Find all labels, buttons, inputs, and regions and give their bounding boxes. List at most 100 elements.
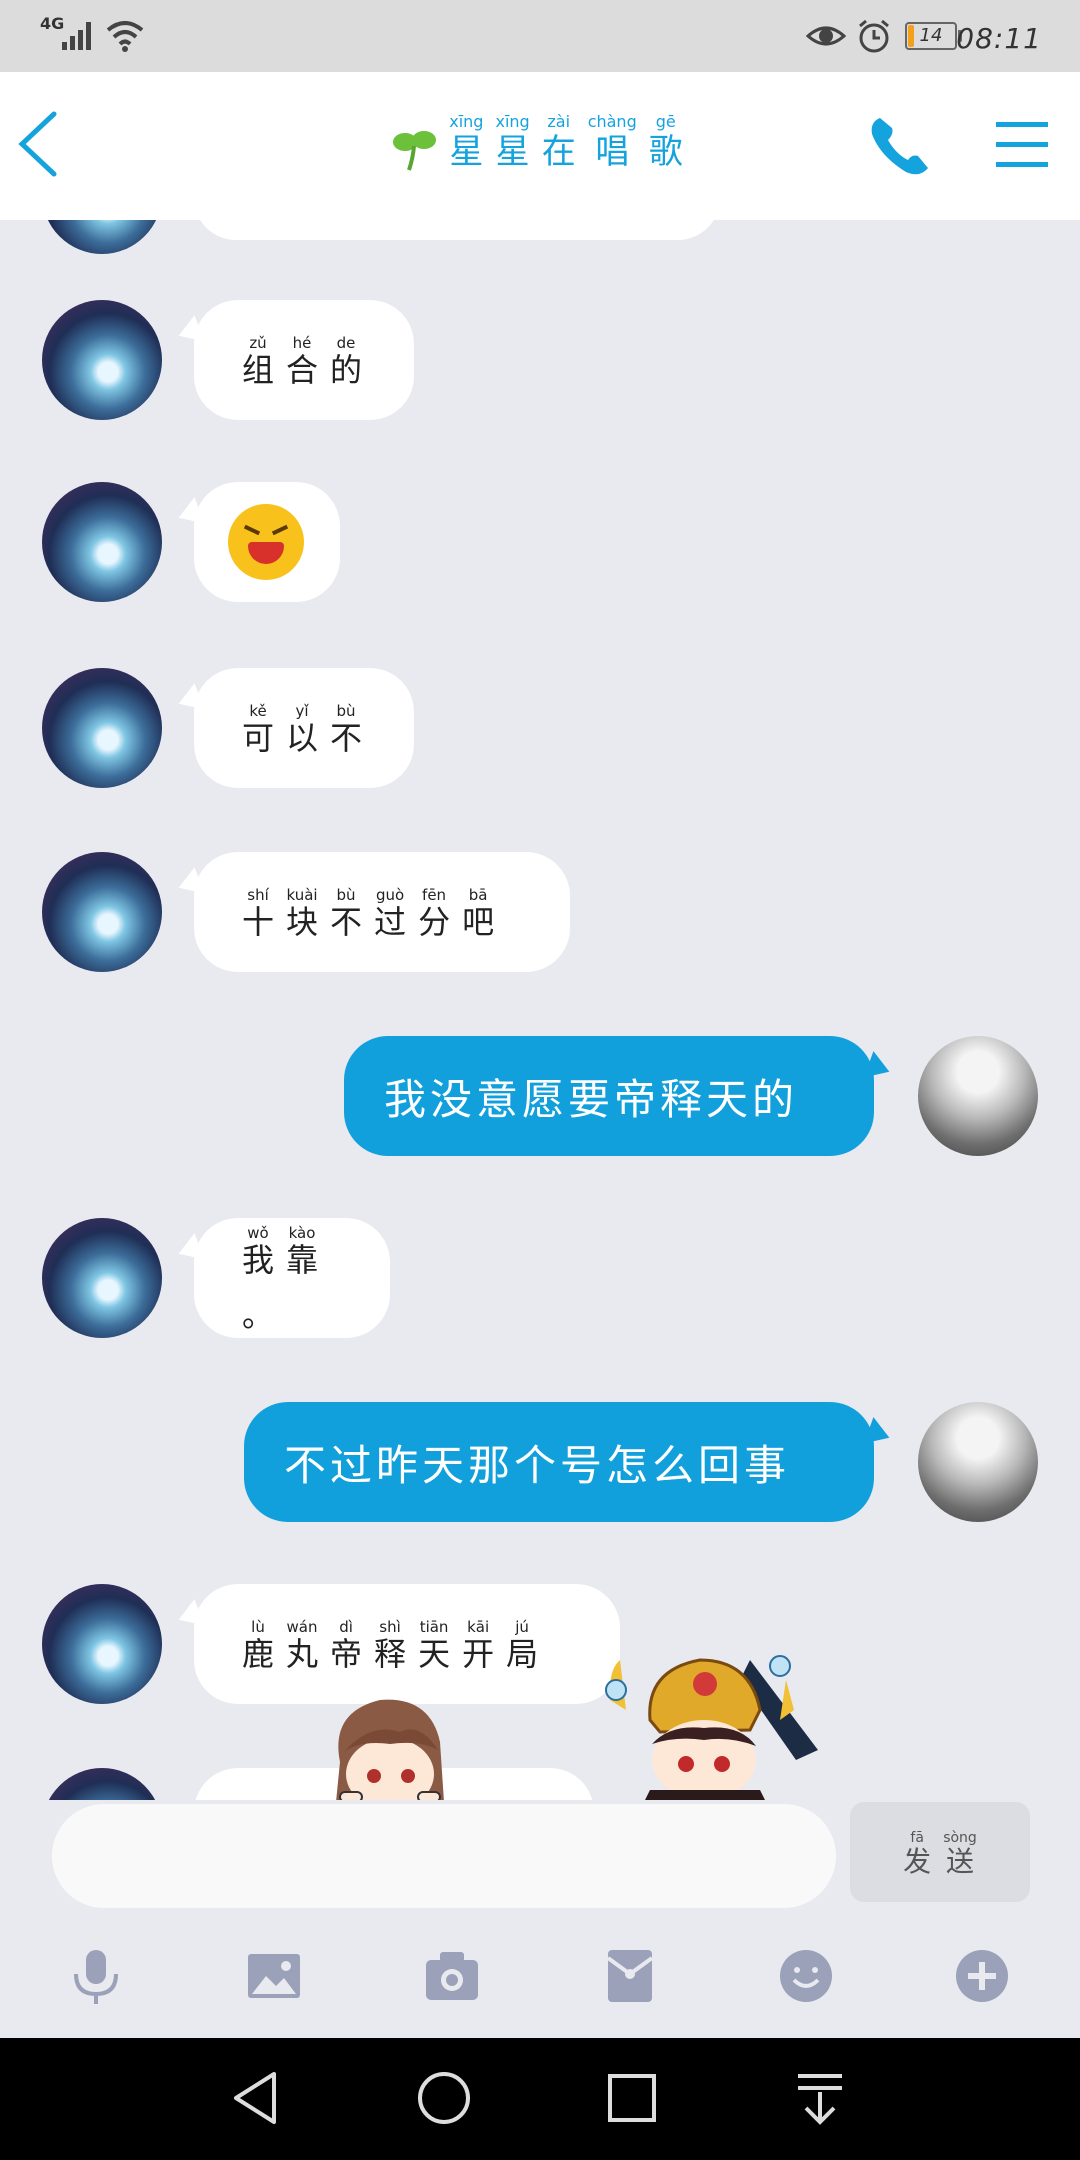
contact-avatar[interactable] [42, 482, 162, 602]
hanzi: 。 [242, 1296, 275, 1334]
hanzi: 歌 [648, 132, 683, 172]
outgoing-message[interactable]: 不过昨天那个号怎么回事 [244, 1402, 895, 1522]
microphone-icon[interactable] [66, 1946, 126, 2006]
sticker-boy[interactable] [320, 1692, 460, 1802]
ruby-char: guò 过 [374, 886, 406, 940]
input-toolbar [0, 1910, 1080, 2038]
system-nav-bar [0, 2038, 1080, 2160]
bubble-tail [863, 1417, 895, 1451]
sprout-icon [393, 131, 437, 171]
pinyin: xīng [495, 112, 530, 131]
menu-icon[interactable] [994, 118, 1050, 172]
hanzi: 可 [242, 718, 275, 757]
incoming-message[interactable] [173, 482, 340, 602]
signal-icon [62, 22, 91, 50]
chat-title-text: xīng 星 xīng 星 zài 在 chàng 唱 gē 歌 [443, 112, 688, 172]
red-packet-icon[interactable] [600, 1946, 660, 2006]
message-list[interactable]: zǔ 组 hé 合 de 的 kě 可 yǐ 以 bù 不 shí 十 kuài 块 bù 不 guò 过 fēn 分 bā… [0, 220, 1080, 1800]
message-input[interactable] [52, 1804, 836, 1908]
phone-icon[interactable] [866, 112, 934, 180]
contact-avatar[interactable] [42, 1584, 162, 1704]
nav-back-icon[interactable] [226, 2068, 286, 2128]
pinyin: kào [288, 1224, 316, 1242]
plus-icon[interactable] [952, 1946, 1012, 2006]
incoming-message[interactable]: shí 十 kuài 块 bù 不 guò 过 fēn 分 bā 吧 [173, 852, 570, 972]
nav-home-icon[interactable] [414, 2068, 474, 2128]
emoji-icon[interactable] [776, 1946, 836, 2006]
ruby-char: shí 十 [242, 886, 274, 940]
pinyin: tiān [419, 1617, 449, 1636]
nav-recents-icon[interactable] [602, 2068, 662, 2128]
pinyin: de [336, 333, 356, 352]
hanzi: 开 [462, 1634, 495, 1673]
pinyin: kuài [286, 885, 318, 904]
message-text: zǔ 组 hé 合 de 的 [236, 333, 368, 388]
message-bubble[interactable] [194, 220, 720, 240]
my-avatar[interactable] [918, 1036, 1038, 1156]
status-bar: 4G 14 08:11 [0, 0, 1080, 72]
ruby-char: zǔ 组 [242, 334, 274, 388]
message-text: 我没意愿要帝释天的 [384, 1074, 799, 1124]
contact-avatar[interactable] [42, 1218, 162, 1338]
message-text: 不过昨天那个号怎么回事 [284, 1440, 791, 1490]
image-icon[interactable] [244, 1946, 304, 2006]
hanzi: 释 [374, 1634, 407, 1673]
pinyin: lù [251, 1617, 265, 1636]
nav-notification-icon[interactable] [790, 2068, 850, 2128]
hanzi: 吧 [462, 902, 495, 941]
message-text: kě 可 yǐ 以 bù 不 [236, 701, 368, 756]
hanzi: 丸 [286, 1634, 319, 1673]
pinyin: guò [375, 885, 405, 904]
hanzi: 星 [495, 132, 530, 172]
pinyin: jú [515, 1617, 529, 1636]
pinyin: sòng [943, 1829, 977, 1846]
contact-avatar[interactable] [42, 1768, 162, 1800]
pinyin: wán [286, 1617, 318, 1636]
pinyin: shì [379, 1617, 401, 1636]
ruby-char: wǒ 我 [242, 1224, 274, 1278]
sticker-warrior[interactable] [590, 1640, 830, 1810]
pinyin: zǔ [249, 333, 267, 352]
avatar[interactable] [42, 220, 162, 254]
pinyin: bù [336, 885, 356, 904]
hanzi: 的 [330, 350, 363, 389]
pinyin: kāi [467, 1617, 490, 1636]
hanzi: 帝 [330, 1634, 363, 1673]
eye-icon [806, 26, 846, 46]
ruby-char: de 的 [330, 334, 362, 388]
ruby-char: chàng 唱 [588, 112, 637, 172]
ruby-char: jú 局 [506, 1618, 538, 1672]
pinyin: hé [292, 333, 312, 352]
ruby-char: sòng 送 [943, 1830, 977, 1878]
contact-avatar[interactable] [42, 300, 162, 420]
battery-icon: 14 [905, 22, 957, 50]
my-avatar[interactable] [918, 1402, 1038, 1522]
ruby-char: xīng 星 [449, 112, 483, 172]
ruby-char: wán 丸 [286, 1618, 318, 1672]
ruby-char: fā 发 [903, 1830, 931, 1878]
hanzi: 我 [242, 1241, 275, 1279]
bubble-tail [863, 1051, 895, 1085]
incoming-message[interactable]: wǒ 我 kào 靠 。 [173, 1218, 390, 1338]
incoming-message[interactable]: lù 鹿 wán 丸 dì 帝 shì 释 tiān 天 kāi 开 jú 局 [173, 1584, 620, 1704]
ruby-char: bù 不 [330, 886, 362, 940]
battery-level: 14 [919, 25, 943, 46]
hanzi: 分 [418, 902, 451, 941]
hanzi: 发 [903, 1844, 932, 1878]
message-text: shí 十 kuài 块 bù 不 guò 过 fēn 分 bā 吧 [236, 885, 500, 940]
hanzi: 组 [242, 350, 275, 389]
send-button[interactable]: fā 发 sòng 送 [850, 1802, 1030, 1902]
outgoing-message[interactable]: 我没意愿要帝释天的 [344, 1036, 895, 1156]
contact-avatar[interactable] [42, 852, 162, 972]
pinyin: gē [655, 112, 676, 131]
pinyin: zài [547, 112, 571, 131]
hanzi: 不 [330, 902, 363, 941]
pinyin: chàng [587, 112, 637, 131]
hanzi: 以 [286, 718, 319, 757]
incoming-message[interactable]: kě 可 yǐ 以 bù 不 [173, 668, 414, 788]
contact-avatar[interactable] [42, 668, 162, 788]
ruby-char: kuài 块 [286, 886, 318, 940]
incoming-message[interactable]: zǔ 组 hé 合 de 的 [173, 300, 414, 420]
camera-icon[interactable] [422, 1946, 482, 2006]
message-text: wǒ 我 kào 靠 。 [236, 1223, 348, 1333]
